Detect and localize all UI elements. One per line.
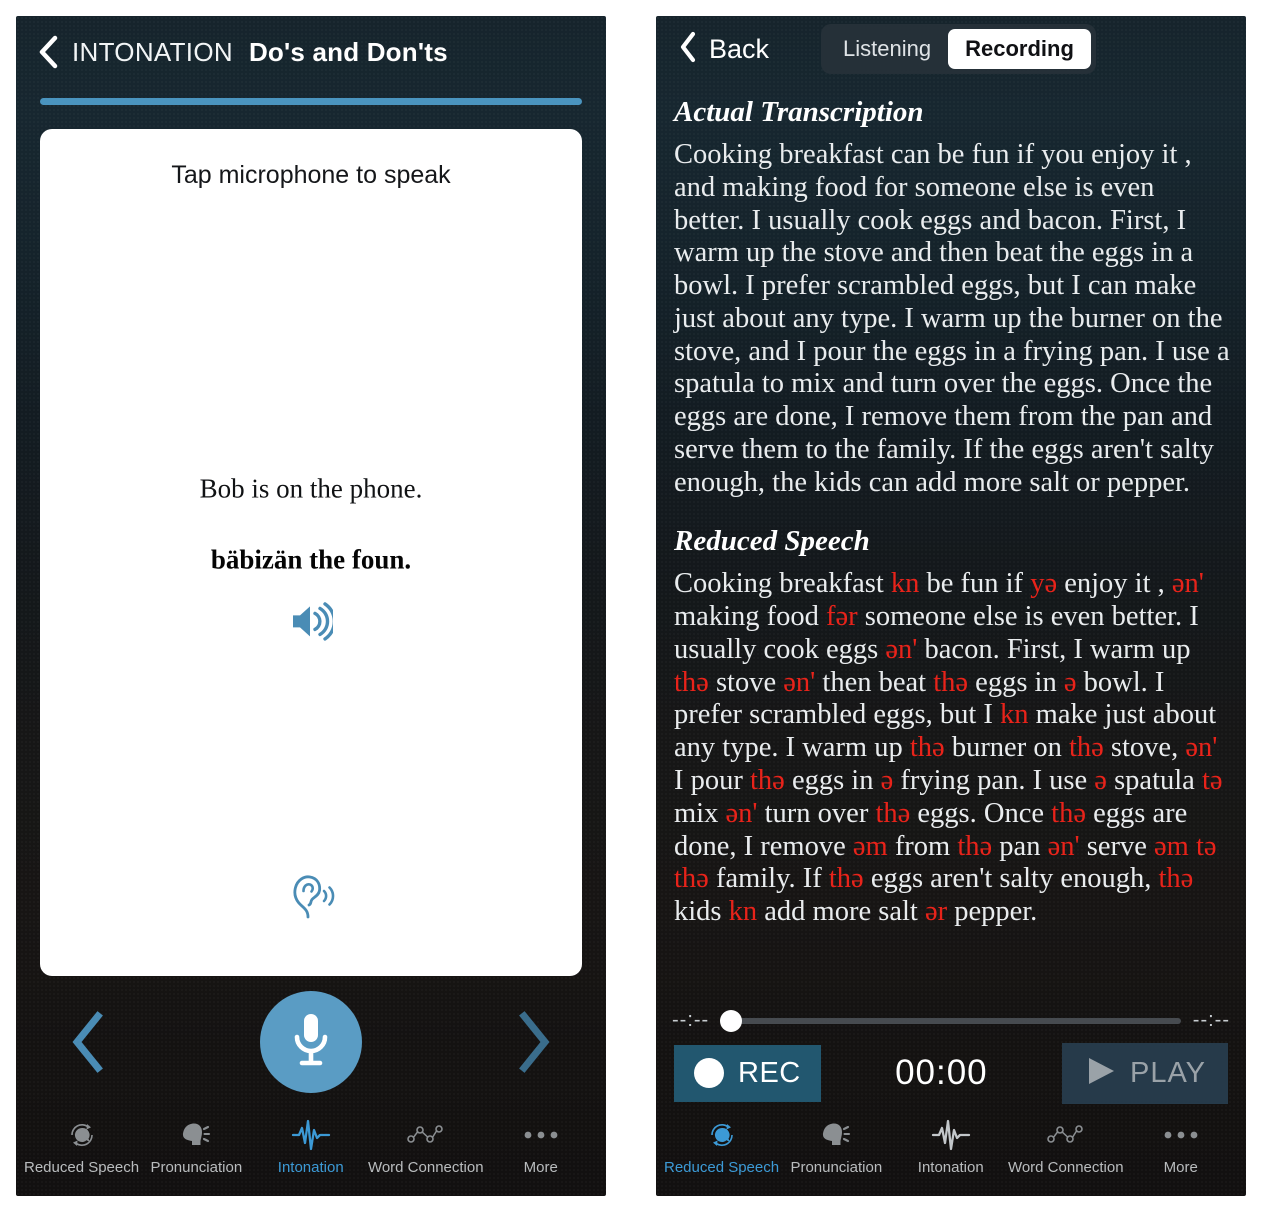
right-header: Back Listening Recording [656,16,1246,82]
reduced-speech-text: Cooking breakfast kn be fun if yə enjoy … [674,568,1223,928]
transcription-body: Actual Transcription Cooking breakfast c… [656,82,1246,1001]
tab-label: More [1163,1159,1198,1176]
sidebar-item-reduced-speech[interactable]: Reduced Speech [664,1118,779,1176]
right-tabbar: Reduced Speech Pronunciation Intonation … [656,1108,1246,1196]
reduced-speech-icon [706,1118,738,1152]
back-button[interactable]: Back [678,31,769,68]
reduced-speech-heading: Reduced Speech [674,525,870,558]
speaker-sound-icon[interactable] [289,601,337,646]
tab-label: Pronunciation [150,1159,243,1176]
sidebar-item-reduced-speech[interactable]: Reduced Speech [24,1118,139,1176]
left-controls [16,976,606,1108]
pronunciation-icon [180,1118,212,1152]
tab-listening[interactable]: Listening [826,29,948,69]
back-label: Back [709,33,770,64]
tab-label: Intonation [277,1159,344,1176]
transport-controls: REC 00:00 PLAY [656,1032,1246,1108]
sidebar-item-intonation[interactable]: Intonation [894,1118,1008,1176]
sidebar-item-word-connection[interactable]: Word Connection [1008,1118,1124,1176]
chevron-left-icon[interactable] [68,1011,108,1073]
tab-label: Word Connection [367,1159,484,1176]
more-dots-icon [1162,1118,1200,1152]
word-connection-icon [406,1118,446,1152]
reduced-speech-icon [66,1118,98,1152]
section-divider [674,499,1230,517]
left-phone-screen: INTONATION Do's and Don'ts Tap microphon… [16,16,606,1196]
record-dot-icon [694,1058,724,1088]
card-center-block: Bob is on the phone. bäbizän the foun. [40,473,582,646]
sidebar-item-intonation[interactable]: Intonation [254,1118,368,1176]
sidebar-item-more[interactable]: More [1124,1118,1238,1176]
tab-label: Reduced Speech [24,1159,140,1176]
recording-timer: 00:00 [895,1053,988,1092]
remaining-time: --:-- [1192,1009,1230,1031]
more-dots-icon [522,1118,560,1152]
word-connection-icon [1046,1118,1086,1152]
record-label: REC [738,1056,801,1089]
tab-label: Intonation [917,1159,984,1176]
record-button[interactable]: REC [674,1044,821,1102]
audio-scrubber[interactable]: --:-- --:-- [656,1001,1246,1032]
progress-container [16,88,606,105]
screenshot-root: INTONATION Do's and Don'ts Tap microphon… [0,0,1262,1212]
phonetic-transcription: bäbizän the foun. [210,543,412,574]
mode-segmented-control: Listening Recording [821,24,1096,74]
right-phone-screen: Back Listening Recording Actual Transcri… [656,16,1246,1196]
intonation-waveform-icon [931,1118,971,1152]
sidebar-item-word-connection[interactable]: Word Connection [368,1118,484,1176]
practice-card: Tap microphone to speak Bob is on the ph… [40,129,582,976]
chevron-left-icon[interactable] [38,35,60,69]
play-label: PLAY [1129,1056,1206,1089]
actual-transcription-heading: Actual Transcription [674,96,924,128]
left-header: INTONATION Do's and Don'ts [16,16,606,88]
actual-transcription-text: Cooking breakfast can be fun if you enjo… [674,139,1230,498]
pronunciation-icon [820,1118,852,1152]
tab-label: More [523,1159,558,1176]
play-button[interactable]: PLAY [1061,1042,1228,1104]
practice-sentence: Bob is on the phone. [199,472,423,503]
intonation-waveform-icon [291,1118,331,1152]
chevron-left-icon [678,31,698,68]
header-lesson-title: Do's and Don'ts [248,36,448,67]
elapsed-time: --:-- [672,1009,710,1031]
ear-listen-icon[interactable] [285,873,337,926]
play-triangle-icon [1084,1055,1118,1092]
left-tabbar: Reduced Speech Pronunciation Intonation … [16,1108,606,1196]
tab-label: Pronunciation [790,1159,883,1176]
tap-microphone-hint: Tap microphone to speak [171,161,451,189]
microphone-record-button[interactable] [260,991,362,1093]
chevron-right-icon[interactable] [514,1011,554,1073]
tab-label: Reduced Speech [664,1159,780,1176]
sidebar-item-pronunciation[interactable]: Pronunciation [139,1118,253,1176]
scrubber-handle[interactable] [720,1009,743,1032]
tab-label: Word Connection [1007,1159,1124,1176]
lesson-progress-bar [40,98,582,105]
header-category-label: INTONATION [72,36,233,67]
sidebar-item-pronunciation[interactable]: Pronunciation [779,1118,893,1176]
scrubber-track[interactable] [720,1009,1181,1032]
sidebar-item-more[interactable]: More [484,1118,598,1176]
microphone-icon [288,1009,334,1076]
tab-recording[interactable]: Recording [948,29,1091,69]
